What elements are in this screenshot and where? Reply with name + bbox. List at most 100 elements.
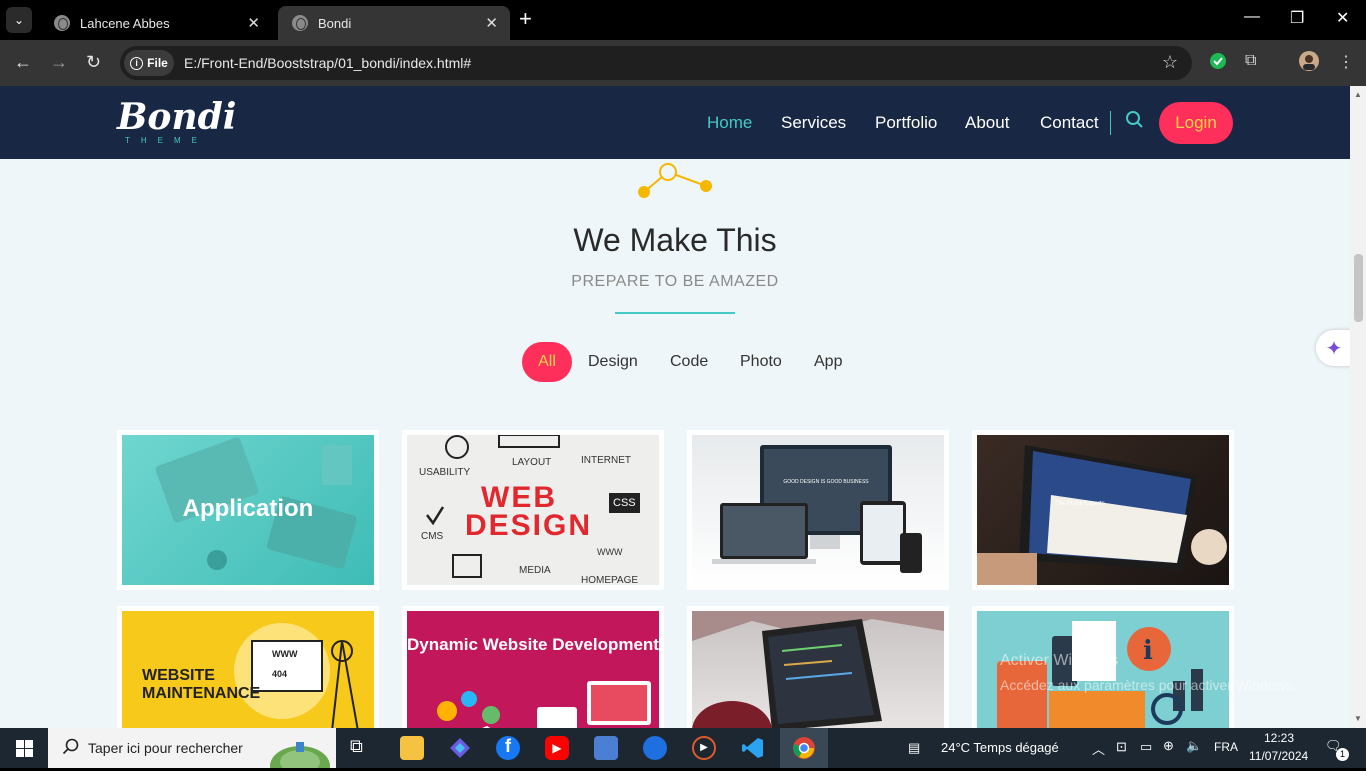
close-icon[interactable]: ✕ bbox=[247, 14, 260, 32]
screen-text: GOOD DESIGN IS GOOD BUSINESS bbox=[783, 479, 869, 485]
portfolio-item-coding[interactable] bbox=[687, 606, 949, 728]
close-icon[interactable]: ✕ bbox=[485, 14, 498, 32]
globe-icon bbox=[292, 15, 308, 31]
browser-toolbar: ← → ↻ i File E:/Front-End/Booststrap/01_… bbox=[0, 40, 1366, 86]
activation-watermark-text: Accédez aux paramètres pour activer Wind… bbox=[1000, 677, 1297, 693]
tab-lahcene-abbes[interactable]: Lahcene Abbes ✕ bbox=[40, 6, 272, 40]
youtube-icon[interactable]: ▶ bbox=[545, 736, 569, 760]
site-info-chip[interactable]: i File bbox=[124, 50, 174, 76]
laptop-website-image: The Pump Experts bbox=[977, 435, 1229, 585]
tray-app-icon[interactable]: ⊡ bbox=[1116, 739, 1127, 755]
bookmark-star-icon[interactable]: ☆ bbox=[1162, 52, 1178, 73]
vscode-icon[interactable] bbox=[741, 736, 765, 760]
word-404: 404 bbox=[272, 669, 288, 679]
portfolio-item-responsive[interactable]: GOOD DESIGN IS GOOD BUSINESS bbox=[687, 430, 949, 590]
search-icon bbox=[62, 738, 80, 759]
clock-time[interactable]: 12:23 bbox=[1264, 731, 1294, 745]
url-text[interactable]: E:/Front-End/Booststrap/01_bondi/index.h… bbox=[184, 55, 471, 71]
taskbar-search-box[interactable]: Taper ici pour rechercher bbox=[48, 728, 336, 771]
back-icon[interactable]: ← bbox=[14, 52, 32, 73]
filter-photo[interactable]: Photo bbox=[740, 342, 782, 382]
menu-kebab-icon[interactable]: ⋮ bbox=[1338, 52, 1354, 72]
website-maintenance-image: WEBSITE MAINTENANCE WWW 404 bbox=[122, 611, 374, 728]
app-icon[interactable] bbox=[594, 736, 618, 760]
nav-divider bbox=[1110, 111, 1111, 135]
extension-icon[interactable] bbox=[1209, 52, 1227, 75]
card-caption: Application bbox=[182, 495, 314, 522]
media-player-icon[interactable]: ▶ bbox=[692, 736, 716, 760]
tray-chevron-icon[interactable]: ︿ bbox=[1092, 739, 1105, 758]
weather-icon: ▤ bbox=[908, 740, 921, 755]
portfolio-item-dynamic-dev[interactable]: Dynamic Website Development bbox=[402, 606, 664, 728]
login-button[interactable]: Login bbox=[1159, 102, 1233, 144]
info-icon: i bbox=[130, 56, 144, 70]
section-title: We Make This bbox=[573, 222, 777, 258]
search-highlight-icon bbox=[268, 732, 332, 771]
filter-code[interactable]: Code bbox=[670, 342, 708, 382]
filter-design[interactable]: Design bbox=[588, 342, 638, 382]
portfolio-item-maintenance[interactable]: WEBSITE MAINTENANCE WWW 404 bbox=[117, 606, 379, 728]
card-caption: WEBSITE MAINTENANCE bbox=[142, 667, 261, 702]
forward-icon[interactable]: → bbox=[50, 52, 68, 73]
web-design-image: USABILITY LAYOUT INTERNET WEB DESIGN CSS… bbox=[407, 435, 659, 585]
logo-subtitle: THEME bbox=[125, 136, 208, 145]
address-bar[interactable]: i File E:/Front-End/Booststrap/01_bondi/… bbox=[120, 46, 1192, 80]
svg-text:i: i bbox=[1143, 636, 1153, 666]
tab-label: Lahcene Abbes bbox=[80, 15, 170, 31]
responsive-devices-image: GOOD DESIGN IS GOOD BUSINESS bbox=[692, 435, 944, 585]
edge-icon[interactable] bbox=[643, 736, 667, 760]
copilot-icon[interactable] bbox=[448, 736, 472, 760]
file-explorer-icon[interactable] bbox=[400, 736, 424, 760]
title-underline bbox=[615, 312, 735, 314]
nav-home[interactable]: Home bbox=[707, 113, 752, 133]
clock-date[interactable]: 11/07/2024 bbox=[1249, 749, 1308, 763]
filter-all[interactable]: All bbox=[522, 342, 572, 382]
nav-about[interactable]: About bbox=[965, 113, 1009, 133]
screen-text: The Pump Experts bbox=[1055, 501, 1105, 507]
search-placeholder: Taper ici pour rechercher bbox=[88, 740, 243, 756]
volume-icon[interactable]: 🔈 bbox=[1186, 738, 1202, 754]
word-www: WWW bbox=[272, 649, 298, 659]
profile-avatar[interactable] bbox=[1298, 50, 1320, 77]
task-view-icon[interactable]: ⧉ bbox=[350, 736, 374, 760]
restore-button[interactable]: ❐ bbox=[1290, 8, 1304, 28]
sparkle-assistant-icon[interactable]: ✦ bbox=[1316, 330, 1350, 366]
tab-bondi[interactable]: Bondi ✕ bbox=[278, 6, 510, 40]
page-viewport: Bondi THEME Home Services Portfolio Abou… bbox=[0, 86, 1350, 728]
scroll-thumb[interactable] bbox=[1354, 254, 1363, 322]
portfolio-item-laptop[interactable]: The Pump Experts bbox=[972, 430, 1234, 590]
dynamic-website-image: Dynamic Website Development bbox=[407, 611, 659, 728]
globe-icon bbox=[54, 15, 70, 31]
nav-services[interactable]: Services bbox=[781, 113, 846, 133]
section-subtitle: PREPARE TO BE AMAZED bbox=[571, 273, 779, 290]
portfolio-item-web-design[interactable]: USABILITY LAYOUT INTERNET WEB DESIGN CSS… bbox=[402, 430, 664, 590]
close-window-button[interactable]: ✕ bbox=[1336, 8, 1349, 28]
site-navbar: Bondi THEME Home Services Portfolio Abou… bbox=[0, 86, 1350, 159]
chrome-taskbar-button[interactable] bbox=[780, 728, 828, 768]
filter-app[interactable]: App bbox=[814, 342, 842, 382]
scroll-up-icon[interactable]: ▲ bbox=[1354, 90, 1362, 99]
windows-taskbar: Taper ici pour rechercher ⧉ f ▶ ▶ ▤ 24°C… bbox=[0, 728, 1366, 771]
coding-laptop-image bbox=[692, 611, 944, 728]
logo[interactable]: Bondi bbox=[117, 96, 236, 138]
minimize-button[interactable]: — bbox=[1244, 8, 1260, 26]
nav-portfolio[interactable]: Portfolio bbox=[875, 113, 937, 133]
language-indicator[interactable]: FRA bbox=[1214, 740, 1238, 754]
puzzle-extensions-icon[interactable]: ⧉ bbox=[1245, 52, 1256, 70]
search-icon[interactable] bbox=[1125, 110, 1145, 137]
file-label: File bbox=[147, 56, 168, 70]
portfolio-item-application[interactable]: Application bbox=[117, 430, 379, 590]
facebook-icon[interactable]: f bbox=[496, 736, 520, 760]
tab-search-button[interactable]: ⌄ bbox=[6, 7, 32, 33]
reload-icon[interactable]: ↻ bbox=[86, 52, 101, 73]
scroll-down-icon[interactable]: ▼ bbox=[1354, 714, 1362, 723]
network-decoration-icon bbox=[638, 163, 712, 198]
new-tab-button[interactable]: + bbox=[519, 8, 532, 30]
nav-contact[interactable]: Contact bbox=[1040, 113, 1099, 133]
tab-strip: ⌄ Lahcene Abbes ✕ Bondi ✕ + — ❐ ✕ bbox=[0, 0, 1366, 40]
network-icon[interactable]: ⊕ bbox=[1163, 738, 1174, 754]
windows-start-icon[interactable] bbox=[16, 740, 33, 762]
battery-icon[interactable]: ▭ bbox=[1140, 739, 1152, 755]
weather-text[interactable]: 24°C Temps dégagé bbox=[941, 740, 1059, 755]
page-scrollbar[interactable]: ▲ ▼ bbox=[1350, 86, 1366, 728]
